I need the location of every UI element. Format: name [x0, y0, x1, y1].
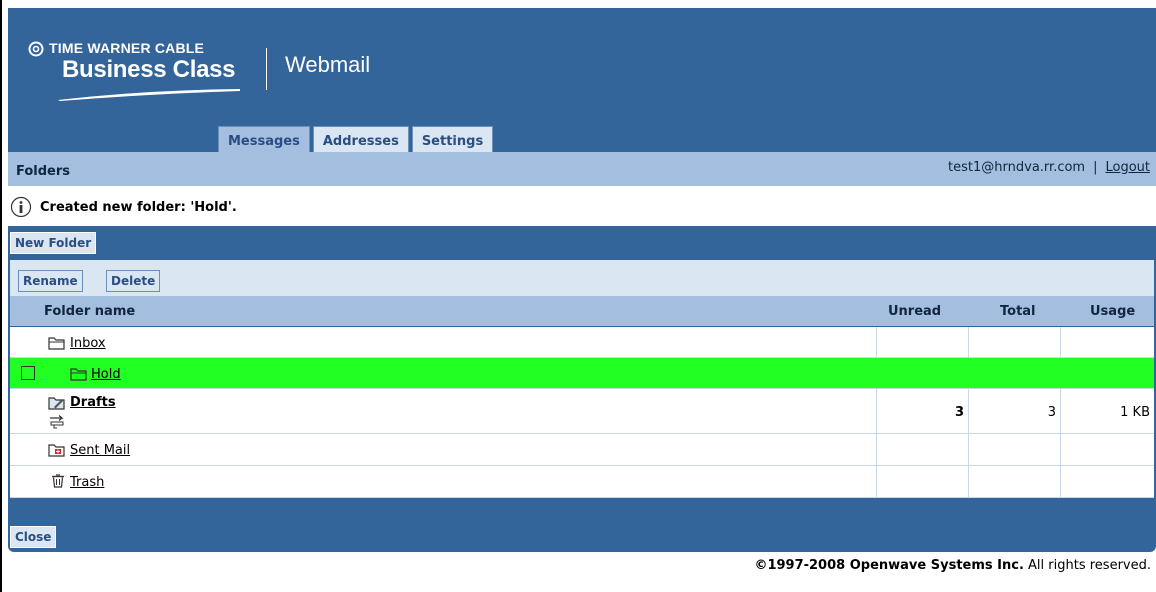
folders-panel: New Folder Rename Delete Folder name Unr…: [8, 226, 1156, 552]
table-header: Folder name Unread Total Usage: [10, 296, 1154, 326]
table-row-selected[interactable]: Hold: [10, 358, 1154, 389]
sync-icon: [50, 415, 64, 429]
table-row[interactable]: Trash: [10, 466, 1154, 498]
copyright-text: ©1997-2008 Openwave Systems Inc.: [754, 558, 1024, 573]
footer-copyright: ©1997-2008 Openwave Systems Inc. All rig…: [754, 558, 1151, 573]
sent-mail-icon: [48, 444, 65, 457]
table-row[interactable]: Sent Mail: [10, 434, 1154, 466]
logout-link[interactable]: Logout: [1105, 160, 1150, 175]
folder-icon: [70, 368, 87, 381]
notice-text: Created new folder: 'Hold'.: [40, 200, 237, 215]
total-count: 3: [1047, 405, 1056, 420]
info-icon: [10, 196, 32, 218]
brand-swoosh: [58, 89, 240, 101]
row-checkbox[interactable]: [21, 366, 35, 380]
brand-main-text: Business Class: [62, 56, 236, 83]
window-border: [0, 0, 2, 592]
brand-top-text: TIME WARNER CABLE: [49, 40, 205, 56]
col-usage: Usage: [1090, 304, 1136, 319]
folder-icon: [48, 337, 65, 350]
trash-icon: [52, 474, 64, 488]
table-row[interactable]: Inbox: [10, 327, 1154, 358]
col-folder-name: Folder name: [44, 304, 136, 319]
col-total: Total: [1000, 304, 1036, 319]
twc-logo-icon: [28, 41, 44, 57]
separator: |: [1093, 160, 1098, 175]
delete-button[interactable]: Delete: [106, 270, 161, 292]
folder-name-link[interactable]: Drafts: [70, 395, 116, 410]
user-email: test1@hrndva.rr.com: [948, 160, 1086, 175]
new-folder-button[interactable]: New Folder: [10, 232, 97, 254]
usage-size: 1 KB: [1120, 405, 1150, 420]
close-button[interactable]: Close: [10, 526, 57, 548]
product-title: Webmail: [285, 52, 371, 77]
page-title: Folders: [16, 164, 71, 179]
table-row[interactable]: Drafts 3 3 1 KB: [10, 389, 1154, 434]
notice-message: Created new folder: 'Hold'.: [8, 196, 1148, 222]
col-unread: Unread: [888, 304, 942, 319]
folder-name-link[interactable]: Sent Mail: [70, 443, 130, 458]
header: TIME WARNER CABLE Business Class Webmail…: [8, 8, 1156, 159]
folder-actions-bar: Rename Delete: [10, 260, 1154, 296]
user-info: test1@hrndva.rr.com | Logout: [948, 160, 1150, 175]
drafts-icon: [48, 397, 65, 410]
folder-name-link[interactable]: Inbox: [70, 336, 106, 351]
rename-button[interactable]: Rename: [18, 270, 83, 292]
folders-bar: Folders test1@hrndva.rr.com | Logout: [8, 152, 1156, 186]
folder-name-link[interactable]: Trash: [70, 475, 104, 490]
rights-text: All rights reserved.: [1023, 558, 1151, 573]
unread-count: 3: [954, 405, 964, 420]
folder-name-link[interactable]: Hold: [91, 367, 121, 382]
webmail-window: TIME WARNER CABLE Business Class Webmail…: [0, 0, 1156, 592]
brand-divider: [266, 48, 267, 90]
